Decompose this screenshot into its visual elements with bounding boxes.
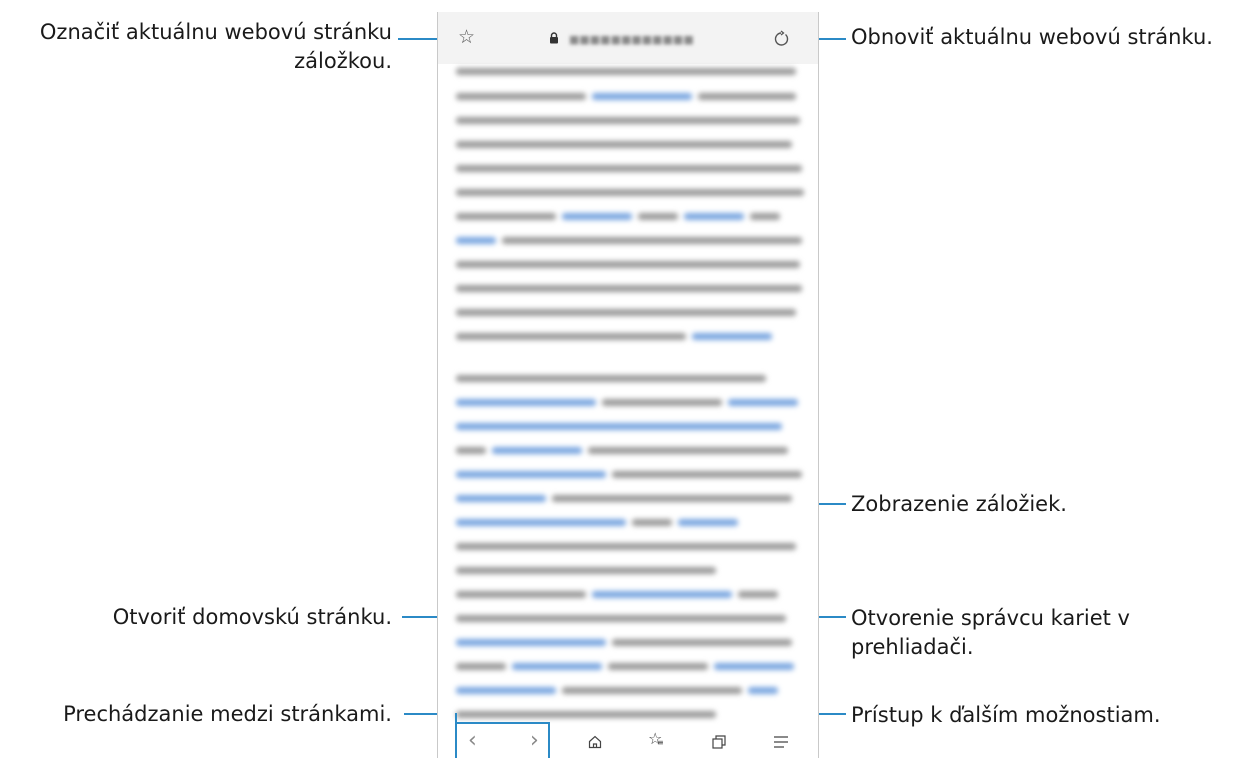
callout-view-bookmarks: Zobrazenie záložiek.: [851, 490, 1067, 519]
nav-bracket-left: [455, 713, 457, 758]
callout-view-bookmarks-text: Zobrazenie záložiek.: [851, 492, 1067, 516]
callout-home-text: Otvoriť domovskú stránku.: [112, 605, 392, 629]
bottom-toolbar: ‹ › ☆ ≡: [438, 724, 818, 758]
browser-screen: ☆ ■■■■■■■■■■■■ ‹ › ☆ ≡: [437, 12, 819, 758]
callout-refresh: Obnoviť aktuálnu webovú stránku.: [851, 23, 1213, 52]
chevron-left-icon[interactable]: ‹: [468, 728, 477, 753]
callout-more-options-text: Prístup k ďalším možnostiam.: [851, 703, 1161, 727]
nav-bracket-top: [455, 722, 550, 724]
callout-refresh-text: Obnoviť aktuálnu webovú stránku.: [851, 25, 1213, 49]
callout-tabs-manager: Otvorenie správcu kariet v prehliadači.: [851, 604, 1130, 662]
tabs-icon[interactable]: [712, 735, 726, 749]
home-icon[interactable]: [588, 735, 602, 749]
star-list-lines: ≡: [657, 738, 664, 747]
nav-bracket-right: [548, 722, 550, 758]
callout-home: Otvoriť domovskú stránku.: [113, 603, 392, 632]
callout-navigate: Prechádzanie medzi stránkami.: [63, 700, 392, 729]
callout-more-options: Prístup k ďalším možnostiam.: [851, 701, 1161, 730]
callout-navigate-text: Prechádzanie medzi stránkami.: [63, 702, 392, 726]
page-content: [452, 62, 804, 722]
callout-tabs-manager-line2: prehliadači.: [851, 635, 974, 659]
star-outline-icon[interactable]: ☆: [458, 26, 475, 48]
callout-bookmark-page-text: Označiť aktuálnu webovú stránku záložkou…: [39, 20, 392, 73]
address-bar[interactable]: ☆ ■■■■■■■■■■■■: [438, 12, 818, 64]
callout-bookmark-page: Označiť aktuálnu webovú stránku záložkou…: [0, 18, 392, 76]
lock-icon: [550, 32, 558, 44]
menu-icon[interactable]: [773, 736, 789, 748]
url-text[interactable]: ■■■■■■■■■■■■: [569, 33, 694, 46]
refresh-icon[interactable]: [772, 30, 790, 48]
callout-tabs-manager-line1: Otvorenie správcu kariet v: [851, 606, 1130, 630]
chevron-right-icon[interactable]: ›: [530, 728, 539, 753]
